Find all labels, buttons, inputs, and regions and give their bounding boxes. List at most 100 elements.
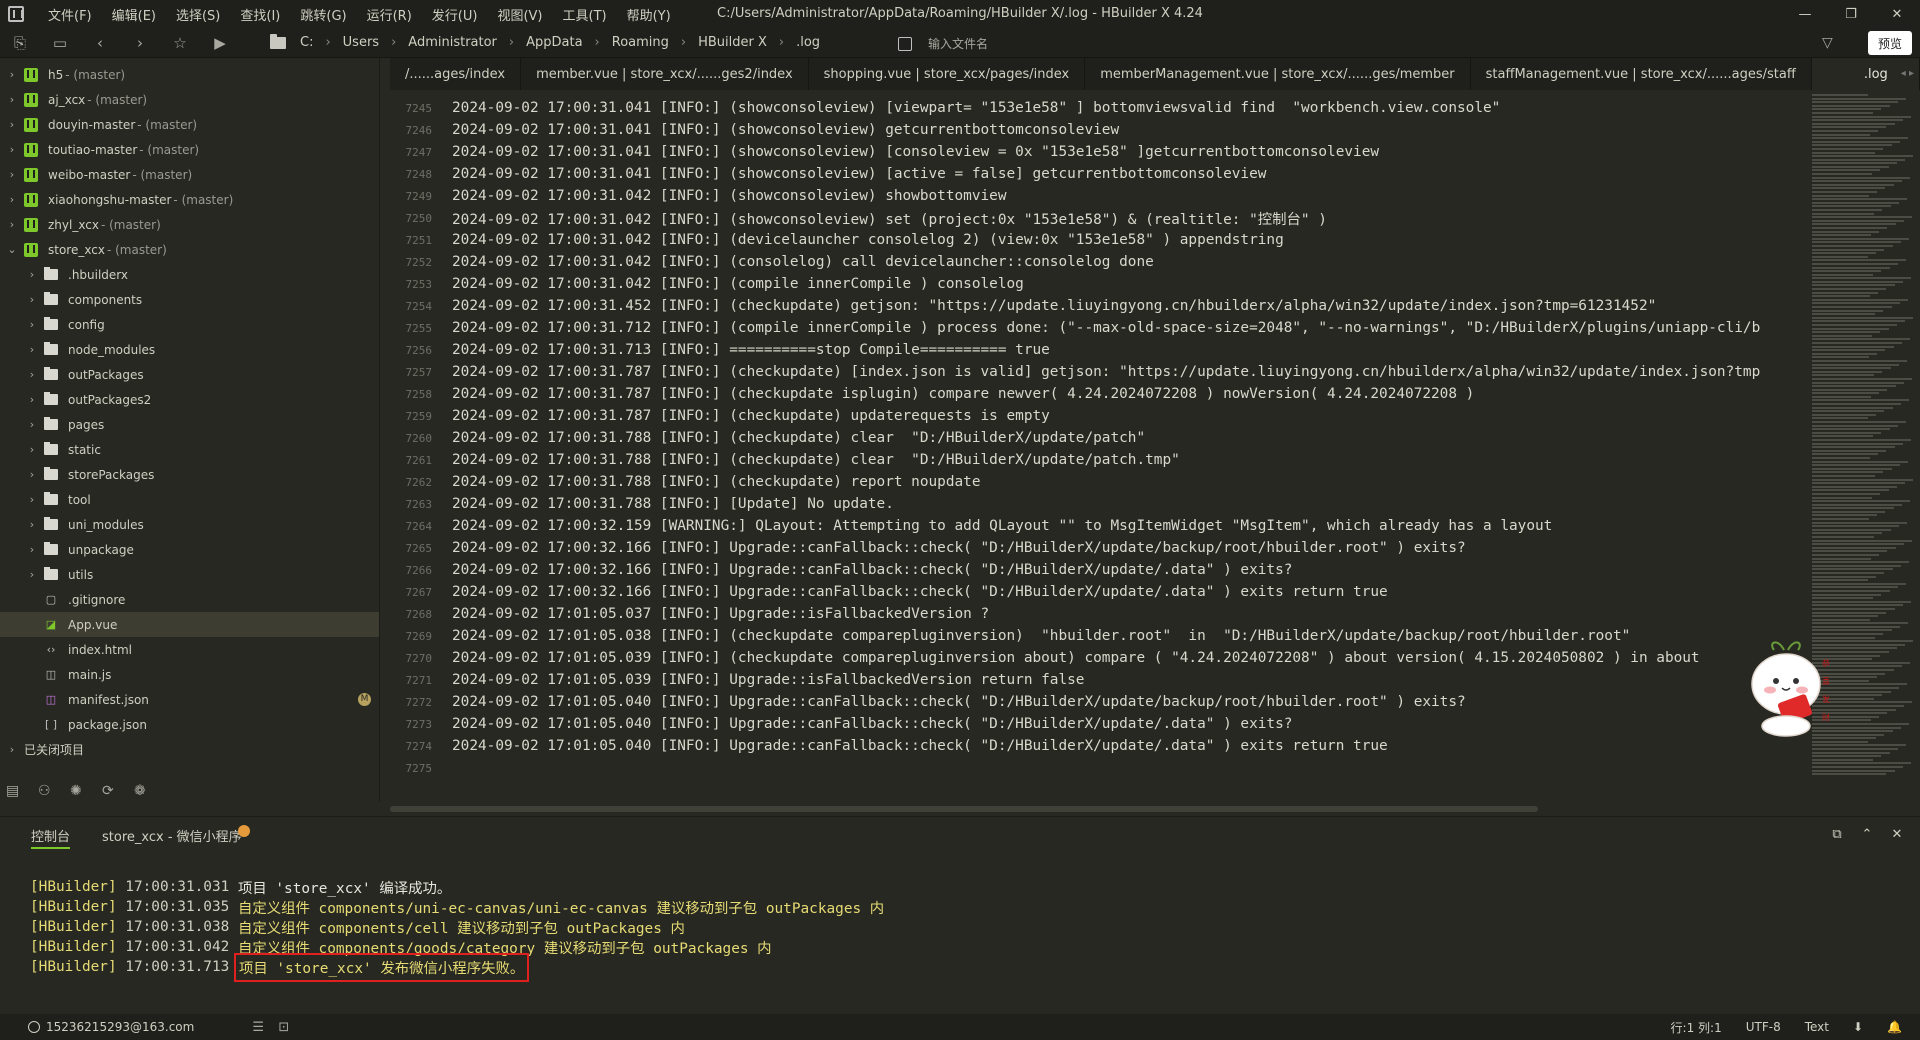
code-editor[interactable]: 7245 2024-09-02 17:00:31.041 [INFO:] (sho… [390,90,1810,802]
menu-item[interactable]: 跳转(G) [290,5,356,24]
editor-tab[interactable]: staffManagement.vue | store_xcx/......ag… [1471,58,1812,90]
chevron-icon[interactable]: › [26,493,38,506]
chevron-icon[interactable]: › [6,743,18,756]
menu-item[interactable]: 运行(R) [357,5,422,24]
chevron-icon[interactable]: ⌄ [6,243,18,256]
file-search-input[interactable] [928,37,1188,51]
terminal-icon[interactable]: ⊡ [278,1020,304,1035]
chevron-icon[interactable]: › [26,293,38,306]
breadcrumb-item[interactable]: HBuilder X [698,35,767,50]
project-item[interactable]: › aj_xcx - (master) [0,87,379,112]
project-item[interactable]: › toutiao-master - (master) [0,137,379,162]
file-item[interactable]: ◪ App.vue [0,612,379,637]
file-item[interactable]: ◫ manifest.json M [0,687,379,712]
chevron-icon[interactable]: › [6,143,18,156]
download-icon[interactable]: ⬇ [1853,1020,1863,1034]
file-search[interactable] [898,33,1198,55]
close-console-icon[interactable]: ✕ [1882,827,1912,842]
folder-item[interactable]: › static [0,437,379,462]
project-item[interactable]: › xiaohongshu-master - (master) [0,187,379,212]
export-icon[interactable]: ⧉ [1822,827,1852,842]
file-item[interactable]: [ ] package.json [0,712,379,737]
project-item[interactable]: › h5 - (master) [0,62,379,87]
forward-arrow-icon[interactable]: › [120,28,160,58]
star-icon[interactable]: ☆ [160,28,200,58]
menu-item[interactable]: 发行(U) [422,5,488,24]
save-icon[interactable]: ▭ [40,28,80,58]
horizontal-scrollbar[interactable] [390,806,1538,812]
chevron-icon[interactable]: › [26,418,38,431]
sync-icon[interactable]: ⟳ [102,783,134,799]
chevron-up-icon[interactable]: ⌃ [1852,827,1882,842]
project-item[interactable]: ⌄ store_xcx - (master) [0,237,379,262]
chevron-icon[interactable]: › [26,468,38,481]
tab-store-xcx-wechat[interactable]: store_xcx - 微信小程序 [86,817,258,853]
menu-item[interactable]: 编辑(E) [102,5,166,24]
chevron-icon[interactable]: › [6,93,18,106]
minimize-button[interactable]: — [1782,0,1828,28]
run-icon[interactable]: ▶ [200,28,240,58]
file-item[interactable]: ◫ main.js [0,662,379,687]
chevron-icon[interactable]: › [6,193,18,206]
chevron-icon[interactable]: › [6,118,18,131]
preview-button[interactable]: 预览 [1868,31,1912,55]
folder-item[interactable]: › components [0,287,379,312]
chevron-icon[interactable]: › [6,218,18,231]
breadcrumb-item[interactable]: .log [796,35,820,50]
menu-item[interactable]: 查找(I) [230,5,290,24]
explorer-icon[interactable]: ▤ [6,783,38,799]
debug-icon[interactable]: ✺ [70,783,102,799]
chevron-icon[interactable]: › [26,318,38,331]
file-type[interactable]: Text [1805,1020,1829,1034]
chevron-icon[interactable]: › [6,68,18,81]
file-item[interactable]: ‹› index.html [0,637,379,662]
folder-item[interactable]: › outPackages2 [0,387,379,412]
file-item[interactable]: ▢ .gitignore [0,587,379,612]
breadcrumb-item[interactable]: Roaming [612,35,669,50]
back-arrow-icon[interactable]: ‹ [80,28,120,58]
chevron-icon[interactable]: › [26,343,38,356]
plugin-icon[interactable]: ❁ [134,783,166,799]
editor-tab[interactable]: memberManagement.vue | store_xcx/......g… [1085,58,1471,90]
project-item[interactable]: › douyin-master - (master) [0,112,379,137]
project-item[interactable]: › zhyl_xcx - (master) [0,212,379,237]
menu-item[interactable]: 工具(T) [553,5,617,24]
menu-item[interactable]: 选择(S) [166,5,230,24]
folder-item[interactable]: › uni_modules [0,512,379,537]
chevron-icon[interactable]: › [26,443,38,456]
tab-console[interactable]: 控制台 [15,817,86,853]
chevron-icon[interactable]: › [26,568,38,581]
breadcrumb-item[interactable]: C: [300,35,313,50]
folder-item[interactable]: › node_modules [0,337,379,362]
editor-tab[interactable]: shopping.vue | store_xcx/pages/index [809,58,1086,90]
folder-item[interactable]: › outPackages [0,362,379,387]
chevron-icon[interactable]: › [26,518,38,531]
folder-item[interactable]: › pages [0,412,379,437]
tab-scroll-arrows-icon[interactable]: ◂ ▸ [1901,68,1914,79]
list-icon[interactable]: ☰ [252,1020,278,1035]
editor-tab[interactable]: member.vue | store_xcx/......ges2/index [521,58,809,90]
account-status[interactable]: 15236215293@163.com [28,1020,194,1034]
chevron-icon[interactable]: › [26,543,38,556]
filter-icon[interactable]: ▽ [1822,35,1833,51]
git-icon[interactable]: ⚇ [38,783,70,799]
folder-item[interactable]: › .hbuilderx [0,262,379,287]
breadcrumb-item[interactable]: Administrator [408,35,497,50]
closed-projects[interactable]: › 已关闭项目 [0,737,379,762]
folder-item[interactable]: › tool [0,487,379,512]
breadcrumb-item[interactable]: Users [343,35,379,50]
folder-item[interactable]: › storePackages [0,462,379,487]
chevron-icon[interactable]: › [26,393,38,406]
bell-icon[interactable]: 🔔 [1887,1020,1902,1034]
menu-item[interactable]: 帮助(Y) [617,5,681,24]
encoding[interactable]: UTF-8 [1746,1020,1781,1034]
chevron-icon[interactable]: › [26,368,38,381]
editor-tab[interactable]: /......ages/index [390,58,522,90]
menu-item[interactable]: 文件(F) [38,5,102,24]
folder-item[interactable]: › utils [0,562,379,587]
menu-item[interactable]: 视图(V) [487,5,552,24]
chevron-icon[interactable]: › [26,268,38,281]
project-item[interactable]: › weibo-master - (master) [0,162,379,187]
breadcrumb-item[interactable]: AppData [526,35,582,50]
chevron-icon[interactable]: › [6,168,18,181]
